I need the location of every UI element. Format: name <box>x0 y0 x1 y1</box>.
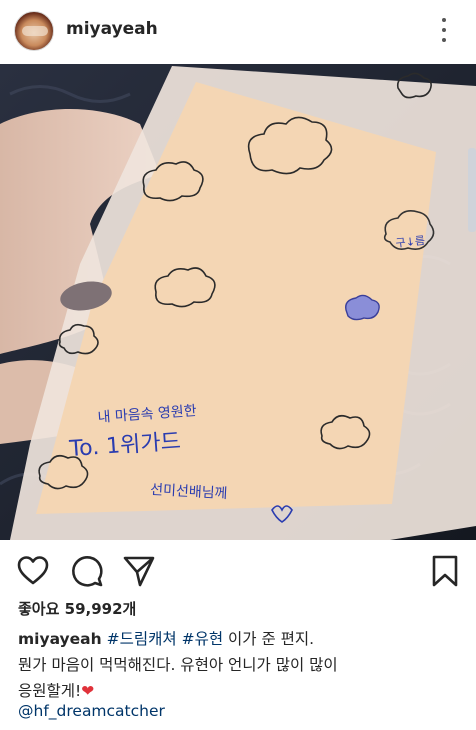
post-photo[interactable]: 구↓름 내 마음속 영원한 To. 1위가드 선미선배님께 <box>0 64 476 540</box>
action-bar <box>0 548 476 592</box>
bookmark-icon[interactable] <box>428 554 462 588</box>
post-caption: miyayeah #드림캐쳐 #유현 이가 준 편지. 뭔가 마음이 먹먹해진다… <box>18 626 458 704</box>
heart-icon[interactable] <box>16 554 50 588</box>
heart-emoji-icon: ❤ <box>81 682 95 700</box>
post-header: miyayeah <box>0 0 476 62</box>
mention-link[interactable]: @hf_dreamcatcher <box>18 702 165 720</box>
caption-username[interactable]: miyayeah <box>18 630 102 648</box>
caption-line3: 응원할게! <box>18 682 82 700</box>
more-icon[interactable] <box>437 16 451 44</box>
hashtag-dreamcatcher[interactable]: #드림캐쳐 <box>107 630 177 648</box>
likes-number: 59,992개 <box>64 600 137 618</box>
likes-label: 좋아요 <box>18 600 60 618</box>
caption-line2: 뭔가 마음이 먹먹해진다. 유현아 언니가 많이 많이 <box>18 656 338 674</box>
post-username[interactable]: miyayeah <box>66 19 158 39</box>
comment-icon[interactable] <box>70 554 104 588</box>
share-icon[interactable] <box>122 554 156 588</box>
avatar[interactable] <box>14 11 54 51</box>
likes-count[interactable]: 좋아요 59,992개 <box>18 598 136 619</box>
hashtag-yoohyeon[interactable]: #유현 <box>182 630 224 648</box>
caption-line1-text: 이가 준 편지. <box>228 630 315 648</box>
